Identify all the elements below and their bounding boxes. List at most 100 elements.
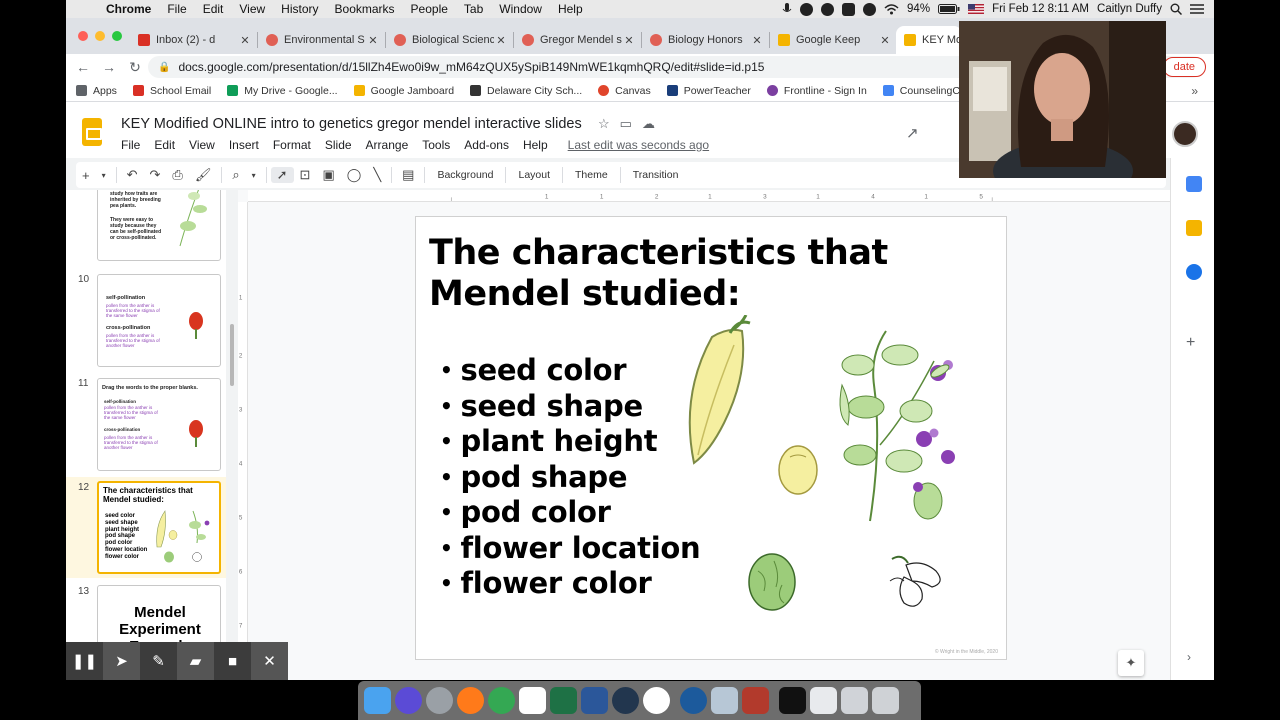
pen-icon[interactable]: ✎ <box>140 642 177 680</box>
select-cursor-icon[interactable]: ➚ <box>270 167 294 183</box>
menubar-item[interactable]: View <box>231 2 273 16</box>
pointer-icon[interactable]: ➤ <box>103 642 140 680</box>
bookmark-jamboard[interactable]: Google Jamboard <box>353 85 454 97</box>
wrinkled-green-seed-image[interactable] <box>746 551 798 613</box>
vertical-ruler[interactable]: 1 2 3 4 5 6 7 <box>238 202 248 680</box>
no-entry-icon[interactable] <box>643 687 670 714</box>
yellow-pea-pod-image[interactable] <box>684 315 754 467</box>
print-icon[interactable]: ⎙ <box>166 167 188 183</box>
forward-arrow-icon[interactable]: → <box>96 59 122 75</box>
bookmark-frontline[interactable]: Frontline - Sign In <box>766 85 867 97</box>
tab-close-icon[interactable]: ✕ <box>366 34 380 47</box>
zoom-dropdown-icon[interactable]: ▾ <box>246 171 262 180</box>
white-flower-image[interactable] <box>882 551 948 613</box>
line-icon[interactable]: ╲ <box>367 167 387 183</box>
siri-icon[interactable] <box>395 687 422 714</box>
minimize-window-button[interactable] <box>95 31 105 41</box>
calendar-app-icon[interactable] <box>519 687 546 714</box>
slide-bullet-list[interactable]: seed color seed shape plant height pod s… <box>440 353 700 602</box>
horizontal-ruler[interactable]: 1 1 2 1 3 1 4 1 5 <box>248 190 1170 202</box>
word-icon[interactable] <box>581 687 608 714</box>
update-button[interactable]: date <box>1162 57 1206 77</box>
menu-edit[interactable]: Edit <box>154 138 175 152</box>
bookmark-canvas[interactable]: Canvas <box>598 85 651 97</box>
wifi-icon[interactable] <box>884 3 899 15</box>
browser-tab[interactable]: Google Keep ✕ <box>770 26 896 54</box>
menu-addons[interactable]: Add-ons <box>464 138 509 152</box>
menu-view[interactable]: View <box>189 138 215 152</box>
transition-button[interactable]: Transition <box>625 169 687 181</box>
last-edit-link[interactable]: Last edit was seconds ago <box>568 138 709 152</box>
slide-thumbnail-11[interactable]: Drag the words to the proper blanks. sel… <box>97 378 221 471</box>
shape-icon[interactable]: ◯ <box>341 167 368 183</box>
undo-icon[interactable]: ↶ <box>121 167 144 183</box>
bookmark-delaware-city[interactable]: Delaware City Sch... <box>470 85 582 97</box>
highlighter-icon[interactable]: ▰ <box>177 642 214 680</box>
menubar-item[interactable]: People <box>403 2 456 16</box>
menubar-clock[interactable]: Fri Feb 12 8:11 AM <box>992 3 1089 15</box>
collapse-panel-icon[interactable]: › <box>1187 650 1191 664</box>
move-to-folder-icon[interactable]: ▭ <box>620 116 632 132</box>
layout-button[interactable]: Layout <box>510 169 558 181</box>
window-thumbnail-icon[interactable] <box>841 687 868 714</box>
new-slide-dropdown-icon[interactable]: ▾ <box>96 171 112 180</box>
tab-close-icon[interactable]: ✕ <box>750 34 764 47</box>
flag-icon[interactable] <box>968 4 985 14</box>
status-clock-icon[interactable] <box>863 2 877 16</box>
window-thumbnail-icon[interactable] <box>810 687 837 714</box>
launchpad-icon[interactable] <box>426 687 453 714</box>
slide-thumbnail-9[interactable]: study how traits are inherited by breedi… <box>97 190 221 261</box>
comment-icon[interactable]: ▤ <box>396 167 420 183</box>
finder-icon[interactable] <box>364 687 391 714</box>
bookmark-my-drive[interactable]: My Drive - Google... <box>227 85 338 97</box>
star-icon[interactable]: ☆ <box>598 116 610 132</box>
chrome-icon[interactable] <box>488 687 515 714</box>
tab-close-icon[interactable]: ✕ <box>238 34 252 47</box>
background-button[interactable]: Background <box>429 169 501 181</box>
menubar-item[interactable]: History <box>273 2 326 16</box>
quicktime-icon[interactable] <box>680 687 707 714</box>
battery-icon[interactable] <box>938 4 960 14</box>
terminal-icon[interactable] <box>779 687 806 714</box>
menu-tools[interactable]: Tools <box>422 138 450 152</box>
menubar-item[interactable]: Bookmarks <box>327 2 403 16</box>
image-icon[interactable]: ▣ <box>316 167 340 183</box>
screen-recorder-icon[interactable] <box>612 687 639 714</box>
status-j-icon[interactable] <box>800 2 814 16</box>
menu-slide[interactable]: Slide <box>325 138 352 152</box>
tasks-icon[interactable] <box>1186 264 1202 280</box>
paint-format-icon[interactable]: 🖌 <box>189 167 218 183</box>
preview-icon[interactable] <box>711 687 738 714</box>
tab-close-icon[interactable]: ✕ <box>494 34 508 47</box>
filmstrip-scrollbar[interactable] <box>230 324 234 386</box>
menubar-app-name[interactable]: Chrome <box>98 2 159 16</box>
zoom-window-button[interactable] <box>112 31 122 41</box>
camera-icon[interactable]: ■ <box>214 642 251 680</box>
back-arrow-icon[interactable]: ← <box>70 59 96 75</box>
slide-title[interactable]: The characteristics that Mendel studied: <box>429 233 989 315</box>
slide-thumbnail-10[interactable]: self-pollination pollen from the anther … <box>97 274 221 367</box>
yellow-seed-image[interactable] <box>776 443 820 497</box>
keep-icon[interactable] <box>1186 220 1202 236</box>
cloud-saved-icon[interactable]: ☁ <box>642 116 655 132</box>
excel-icon[interactable] <box>550 687 577 714</box>
menubar-item[interactable]: Window <box>491 2 550 16</box>
new-slide-plus-icon[interactable]: + <box>76 168 96 183</box>
theme-button[interactable]: Theme <box>567 169 616 181</box>
text-box-icon[interactable]: ⊡ <box>294 167 317 183</box>
account-avatar[interactable] <box>1172 121 1198 147</box>
explore-button[interactable]: ✦ <box>1118 650 1144 676</box>
browser-tab-active[interactable]: KEY Mod <box>896 26 962 54</box>
microphone-icon[interactable] <box>782 3 792 15</box>
reload-icon[interactable]: ↻ <box>122 59 148 76</box>
bookmarks-overflow-icon[interactable]: » <box>1191 84 1198 98</box>
bookmark-school-email[interactable]: School Email <box>132 85 211 97</box>
tab-close-icon[interactable]: ✕ <box>622 34 636 47</box>
activity-trend-icon[interactable]: ↗ <box>906 124 919 142</box>
control-center-icon[interactable] <box>1190 4 1204 14</box>
pause-icon[interactable]: ❚❚ <box>66 642 103 680</box>
calendar-icon[interactable] <box>1186 176 1202 192</box>
bookmark-apps[interactable]: Apps <box>76 85 117 97</box>
tab-close-icon[interactable]: ✕ <box>878 34 892 47</box>
browser-tab[interactable]: Gregor Mendel s ✕ <box>514 26 640 54</box>
